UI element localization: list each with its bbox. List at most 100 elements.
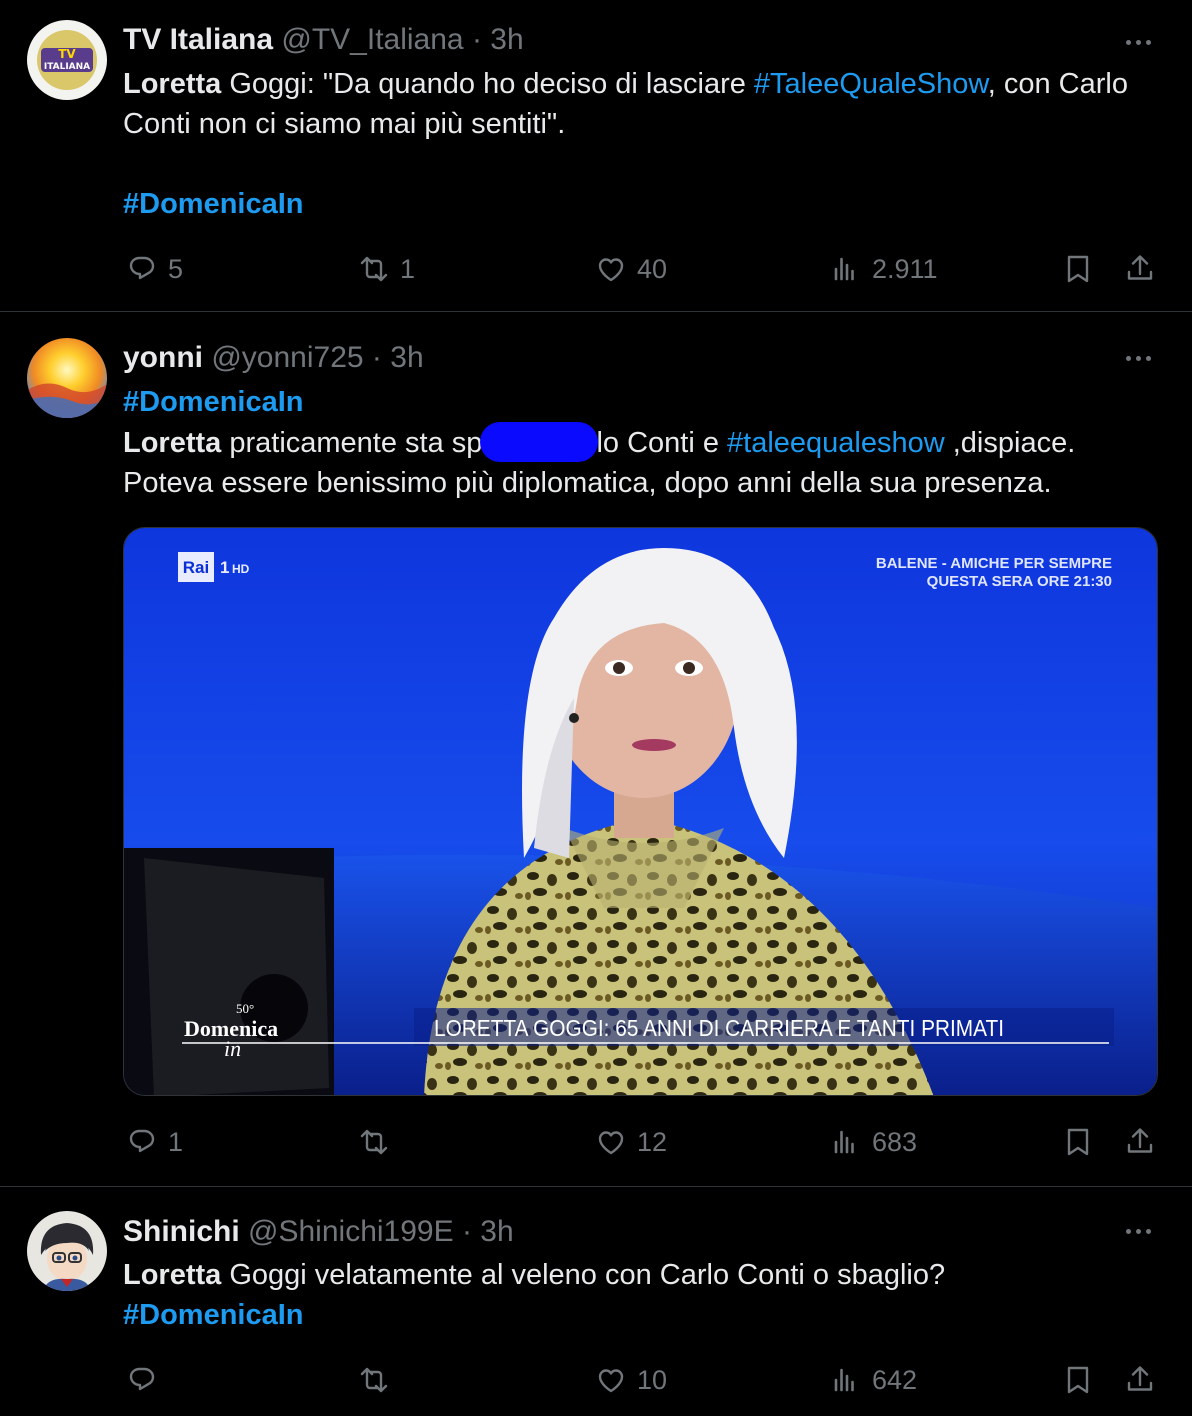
display-name[interactable]: TV Italiana (123, 23, 273, 56)
share-icon (1127, 1366, 1153, 1391)
show-badge: 50° (236, 1001, 254, 1016)
more-icon[interactable] (1126, 352, 1158, 364)
tweet-text: Loretta Goggi: "Da quando ho deciso di l… (123, 64, 1163, 224)
bookmark-icon (1067, 1366, 1089, 1394)
tweet[interactable]: yonni @yonni725 · 3h #DomenicaIn Loretta… (0, 312, 1192, 1187)
share-button[interactable] (1122, 1360, 1158, 1400)
text-segment: ,dispiace. (944, 427, 1076, 459)
bookmark-button[interactable] (1060, 249, 1096, 289)
tweet-header: Shinichi @Shinichi199E · 3h (123, 1214, 514, 1250)
more-icon[interactable] (1126, 36, 1158, 48)
retweet-count: 1 (400, 253, 416, 284)
view-count: 683 (872, 1126, 918, 1157)
highlight-word: Loretta (123, 427, 222, 459)
views-button[interactable]: 683 (828, 1122, 917, 1162)
separator: · (371, 341, 382, 374)
like-count: 10 (637, 1364, 668, 1395)
bookmark-icon (1067, 255, 1089, 283)
svg-text:TV: TV (58, 47, 76, 61)
hashtag-link[interactable]: #TaleeQualeShow (754, 68, 988, 100)
retweet-button[interactable] (356, 1360, 400, 1400)
redaction-mark (480, 422, 599, 462)
bookmark-button[interactable] (1060, 1122, 1096, 1162)
like-button[interactable]: 40 (593, 249, 667, 289)
user-handle[interactable]: @Shinichi199E (248, 1215, 454, 1248)
reply-count: 5 (168, 253, 184, 284)
lower-third-caption: LORETTA GOGGI: 65 ANNI DI CARRIERA E TAN… (434, 1015, 1004, 1041)
reply-button[interactable] (124, 1360, 168, 1400)
channel-logo: Rai (183, 558, 209, 577)
tv-still-image: Rai 1 HD BALENE - AMICHE PER SEMPRE QUES… (124, 528, 1157, 1095)
text-segment: praticamente sta sp (221, 427, 483, 459)
retweet-button[interactable] (356, 1122, 400, 1162)
highlight-word: Loretta (123, 68, 222, 100)
share-button[interactable] (1122, 249, 1158, 289)
timestamp[interactable]: 3h (490, 23, 523, 56)
retweet-button[interactable]: 1 (356, 249, 415, 289)
share-button[interactable] (1122, 1122, 1158, 1162)
tweet-header: TV Italiana @TV_Italiana · 3h (123, 22, 524, 58)
retweet-icon (360, 1129, 388, 1155)
display-name[interactable]: Shinichi (123, 1215, 240, 1248)
svg-text:ITALIANA: ITALIANA (44, 62, 90, 72)
promo-line-2: QUESTA SERA ORE 21:30 (927, 573, 1112, 590)
promo-line-1: BALENE - AMICHE PER SEMPRE (876, 555, 1112, 572)
views-button[interactable]: 2.911 (828, 249, 938, 289)
tweet[interactable]: Shinichi @Shinichi199E · 3h Loretta Gogg… (0, 1187, 1192, 1416)
reply-icon (129, 256, 155, 280)
text-segment: lo Conti e (596, 427, 728, 459)
show-subtitle: in (224, 1036, 241, 1061)
avatar[interactable] (27, 1211, 107, 1291)
like-icon (598, 1131, 624, 1155)
action-bar: 1 12 683 (0, 1122, 1192, 1162)
hashtag-link[interactable]: #DomenicaIn (123, 1299, 304, 1331)
reply-button[interactable]: 5 (124, 249, 183, 289)
hashtag-link[interactable]: #DomenicaIn (123, 188, 304, 220)
hashtag-link[interactable]: #DomenicaIn (123, 386, 304, 418)
text-segment: Goggi velatamente al veleno con Carlo Co… (221, 1259, 946, 1291)
avatar[interactable] (27, 338, 107, 418)
user-handle[interactable]: @yonni725 (211, 341, 363, 374)
like-button[interactable]: 12 (593, 1122, 667, 1162)
timestamp[interactable]: 3h (390, 341, 423, 374)
like-icon (598, 1369, 624, 1393)
reply-icon (129, 1129, 155, 1153)
reply-count: 1 (168, 1126, 184, 1157)
views-icon (834, 257, 854, 281)
views-button[interactable]: 642 (828, 1360, 917, 1400)
timestamp[interactable]: 3h (480, 1215, 513, 1248)
reply-icon (129, 1367, 155, 1391)
text-segment: Poteva essere benissimo più diplomatica,… (123, 467, 1052, 499)
hashtag-link[interactable]: #taleequaleshow (727, 427, 945, 459)
reply-button[interactable]: 1 (124, 1122, 183, 1162)
retweet-icon (360, 1367, 388, 1393)
highlight-word: Loretta (123, 1259, 222, 1291)
bookmark-button[interactable] (1060, 1360, 1096, 1400)
like-count: 12 (637, 1126, 668, 1157)
separator: · (461, 1215, 472, 1248)
like-count: 40 (637, 253, 668, 284)
like-button[interactable]: 10 (593, 1360, 667, 1400)
display-name[interactable]: yonni (123, 341, 203, 374)
action-bar: 5 1 40 2.911 (0, 249, 1192, 289)
more-icon[interactable] (1126, 1225, 1158, 1237)
views-icon (834, 1130, 854, 1154)
tweet-image[interactable]: Rai 1 HD BALENE - AMICHE PER SEMPRE QUES… (123, 527, 1158, 1096)
share-icon (1127, 1128, 1153, 1153)
bookmark-icon (1067, 1128, 1089, 1156)
tweet-header: yonni @yonni725 · 3h (123, 340, 424, 376)
channel-hd: HD (232, 562, 250, 576)
views-icon (834, 1368, 854, 1392)
share-icon (1127, 255, 1153, 280)
text-segment: Goggi: "Da quando ho deciso di lasciare (221, 68, 754, 100)
separator: · (471, 23, 482, 56)
retweet-icon (360, 256, 388, 282)
tweet-text: Loretta Goggi velatamente al veleno con … (123, 1255, 1163, 1335)
like-icon (598, 258, 624, 282)
tweet[interactable]: TV ITALIANA TV Italiana @TV_Italiana · 3… (0, 0, 1192, 312)
channel-number: 1 (220, 558, 229, 577)
user-handle[interactable]: @TV_Italiana (281, 23, 463, 56)
avatar[interactable]: TV ITALIANA (27, 20, 107, 100)
action-bar: 10 642 (0, 1360, 1192, 1400)
view-count: 2.911 (872, 253, 938, 284)
